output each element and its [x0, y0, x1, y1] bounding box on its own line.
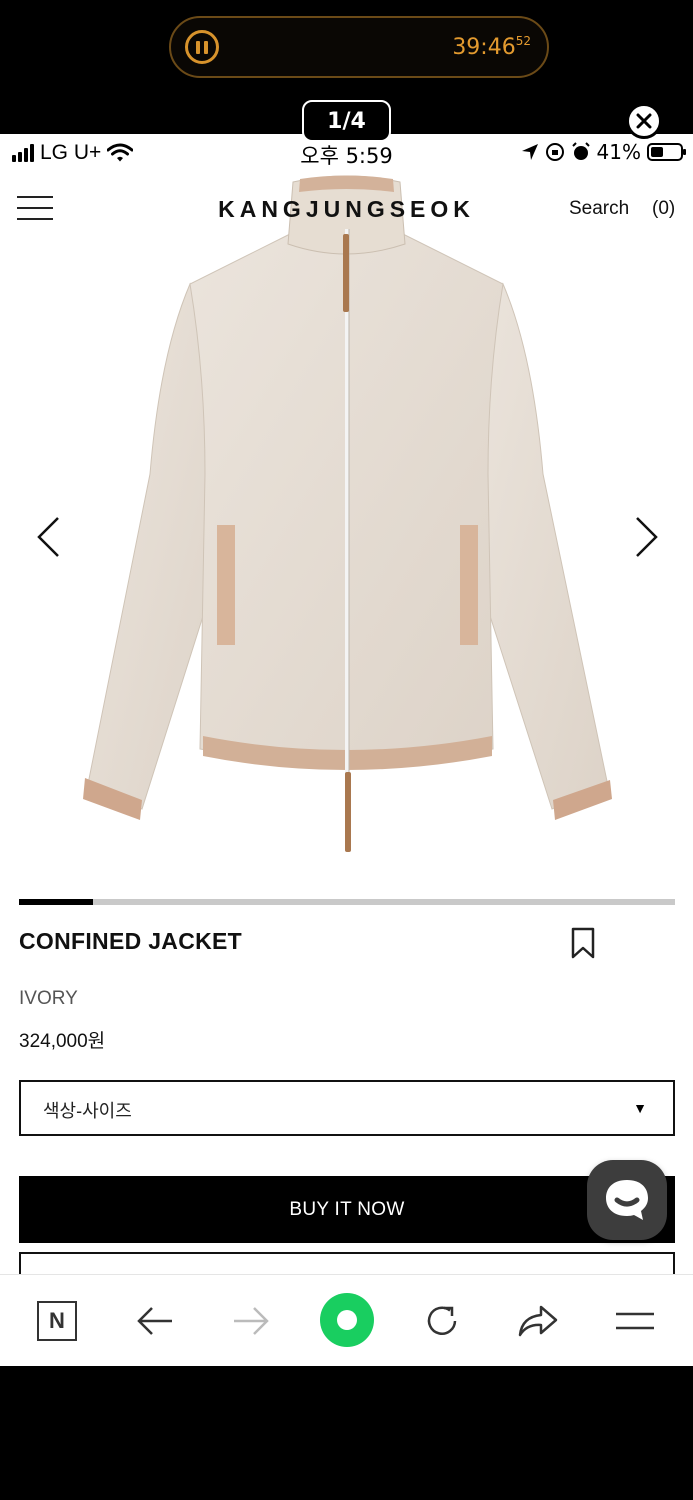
naver-n-icon[interactable]: N — [35, 1299, 79, 1343]
gallery-progress — [19, 899, 675, 905]
alarm-icon — [571, 142, 590, 160]
site-header: KANGJUNGSEOK Search (0) — [0, 184, 693, 234]
pause-icon[interactable] — [185, 30, 219, 64]
green-home-icon[interactable] — [320, 1293, 374, 1347]
option-select[interactable]: 색상-사이즈 ▼ — [19, 1080, 675, 1136]
chevron-right-icon[interactable] — [632, 514, 662, 560]
option-select-value: 색상-사이즈 — [43, 1101, 132, 1121]
share-icon[interactable] — [516, 1299, 560, 1343]
product-image[interactable] — [0, 174, 693, 874]
menu-icon[interactable] — [613, 1299, 657, 1343]
page-counter: 1/4 — [302, 100, 391, 142]
viewer-bottom-overlay — [0, 1366, 693, 1500]
battery-icon — [647, 143, 686, 161]
bookmark-icon[interactable] — [570, 926, 596, 960]
back-arrow-icon[interactable] — [133, 1299, 177, 1343]
product-title: CONFINED JACKET — [19, 928, 243, 954]
dropdown-caret-icon: ▼ — [633, 1100, 647, 1116]
forward-arrow-icon[interactable] — [229, 1299, 273, 1343]
gallery-progress-fill — [19, 899, 93, 905]
location-icon — [521, 144, 538, 160]
browser-toolbar: N — [0, 1274, 693, 1366]
refresh-icon[interactable] — [420, 1299, 464, 1343]
product-color: IVORY — [19, 988, 78, 1009]
product-price: 324,000원 — [19, 1031, 106, 1052]
buy-now-button[interactable]: BUY IT NOW — [19, 1176, 675, 1243]
close-icon[interactable] — [626, 103, 662, 139]
chat-icon[interactable] — [587, 1160, 667, 1240]
rotation-lock-icon — [545, 143, 564, 161]
cart-count-link[interactable]: (0) — [652, 198, 675, 220]
timer-text: 39:4652 — [452, 34, 531, 60]
search-link[interactable]: Search — [569, 198, 629, 220]
battery-percent: 41% — [596, 140, 641, 164]
phone-screen: LG U+ 오후 5:59 41% KANGJUNGSEOK Search (0… — [0, 134, 693, 1366]
timer-pill: 39:4652 — [169, 16, 549, 78]
chevron-left-icon[interactable] — [33, 514, 63, 560]
